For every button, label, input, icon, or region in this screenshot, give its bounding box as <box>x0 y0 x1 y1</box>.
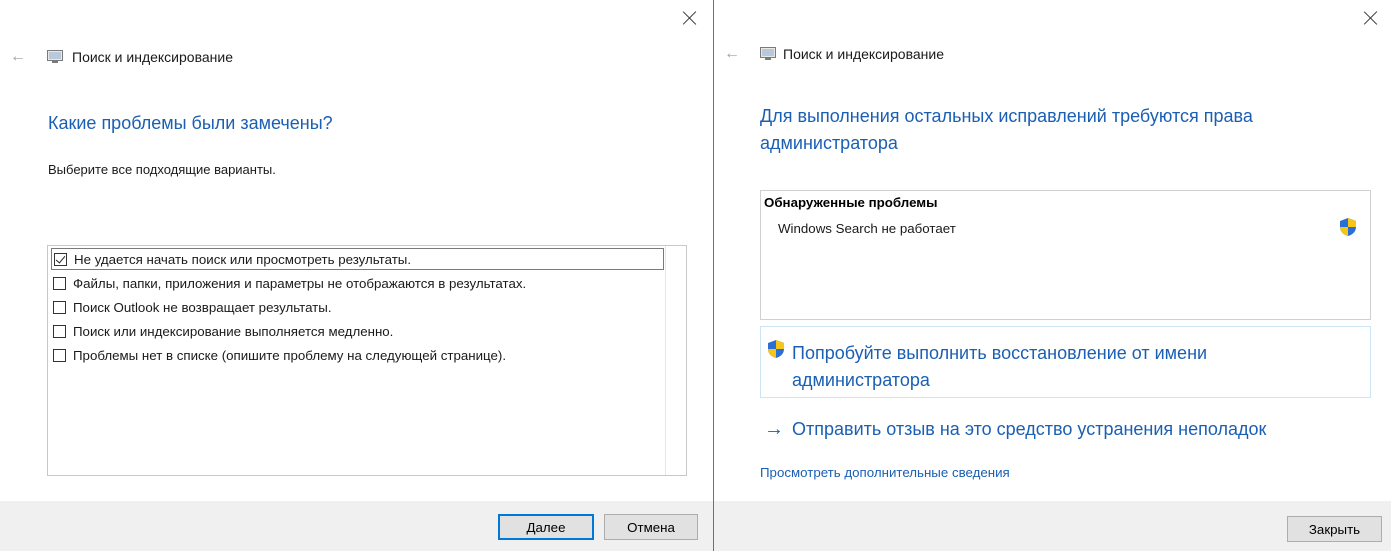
page-heading-line2: администратора <box>760 133 898 153</box>
problem-option-label: Поиск или индексирование выполняется мед… <box>73 323 394 339</box>
send-feedback-label: Отправить отзыв на это средство устранен… <box>792 419 1267 439</box>
problem-option-label: Файлы, папки, приложения и параметры не … <box>73 275 527 291</box>
found-problems-panel: Обнаруженные проблемы Windows Search не … <box>760 190 1371 320</box>
window-title: Поиск и индексирование <box>783 46 944 62</box>
checkbox[interactable] <box>53 324 66 338</box>
problem-item: Windows Search не работает <box>778 221 956 236</box>
problem-option-label: Поиск Outlook не возвращает результаты. <box>73 299 332 315</box>
close-icon[interactable] <box>681 9 699 27</box>
back-arrow-icon[interactable]: ← <box>724 45 740 63</box>
problem-option[interactable]: Поиск или индексирование выполняется мед… <box>51 320 664 342</box>
window-title: Поиск и индексирование <box>72 49 233 65</box>
dialog-footer: Далее Отмена <box>0 501 713 551</box>
checkbox-checked[interactable] <box>54 252 67 266</box>
checkbox[interactable] <box>53 276 66 290</box>
problem-option-label: Проблемы нет в списке (опишите проблему … <box>73 347 507 363</box>
run-as-admin-link[interactable]: Попробуйте выполнить восстановление от и… <box>760 326 1371 398</box>
found-problems-title: Обнаруженные проблемы <box>764 195 938 210</box>
uac-shield-icon <box>768 340 784 358</box>
problems-checklist: Не удается начать поиск или просмотреть … <box>47 245 687 476</box>
page-heading: Какие проблемы были замечены? <box>48 113 333 133</box>
instruction-text: Выберите все подходящие варианты. <box>48 162 276 177</box>
dialog-footer: Закрыть <box>714 501 1391 551</box>
problem-option[interactable]: Файлы, папки, приложения и параметры не … <box>51 272 664 294</box>
back-arrow-icon[interactable]: ← <box>10 48 26 66</box>
troubleshooter-icon <box>47 50 63 63</box>
troubleshooter-window-left: ← Поиск и индексирование Какие проблемы … <box>0 0 713 551</box>
next-button[interactable]: Далее <box>498 514 594 540</box>
problem-option-label: Не удается начать поиск или просмотреть … <box>74 251 412 267</box>
page-heading-line1: Для выполнения остальных исправлений тре… <box>760 106 1253 126</box>
problem-option[interactable]: Не удается начать поиск или просмотреть … <box>51 248 664 270</box>
troubleshooter-icon <box>760 47 776 60</box>
listbox-scroll-area <box>665 246 686 475</box>
send-feedback-link[interactable]: → Отправить отзыв на это средство устран… <box>764 418 1266 441</box>
checkbox[interactable] <box>53 348 66 362</box>
run-as-admin-label: Попробуйте выполнить восстановление от и… <box>792 343 1208 390</box>
problem-option[interactable]: Поиск Outlook не возвращает результаты. <box>51 296 664 318</box>
view-details-link[interactable]: Просмотреть дополнительные сведения <box>760 465 1010 480</box>
uac-shield-icon <box>1340 218 1356 236</box>
arrow-right-icon: → <box>764 418 784 440</box>
close-button[interactable]: Закрыть <box>1287 516 1382 542</box>
close-icon[interactable] <box>1362 9 1380 27</box>
troubleshooter-window-right: ← Поиск и индексирование Для выполнения … <box>714 0 1391 551</box>
problem-option[interactable]: Проблемы нет в списке (опишите проблему … <box>51 344 664 366</box>
checkbox[interactable] <box>53 300 66 314</box>
cancel-button[interactable]: Отмена <box>604 514 698 540</box>
